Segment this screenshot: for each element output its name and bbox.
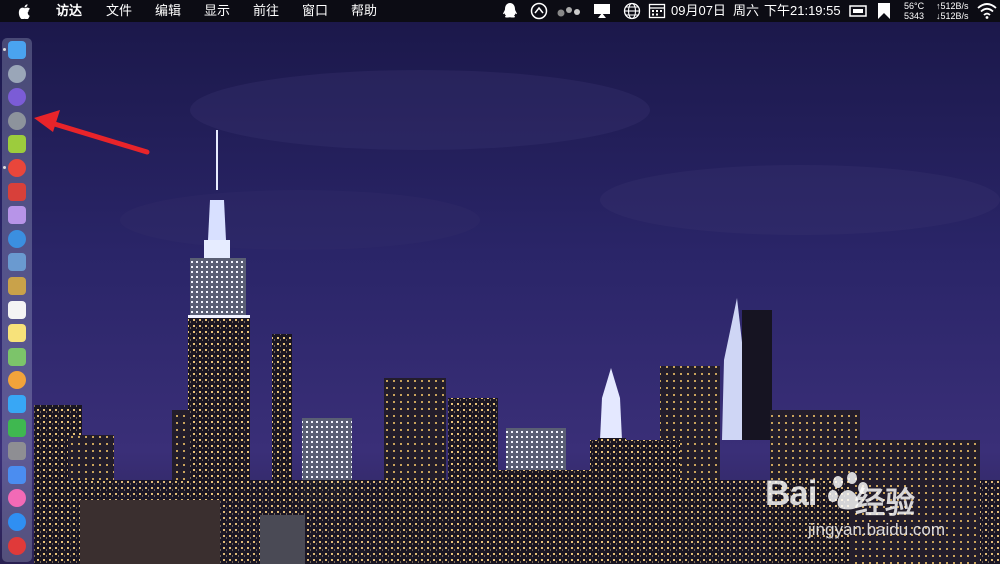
- menu-finder[interactable]: 访达: [56, 0, 82, 22]
- facetime-icon[interactable]: [8, 418, 26, 437]
- itunes-icon[interactable]: [8, 489, 26, 508]
- menu-help[interactable]: 帮助: [351, 0, 377, 22]
- watermark-brand: Bai: [765, 474, 817, 513]
- upload-speed[interactable]: ↑512B/s: [936, 1, 969, 11]
- red-arrow-annotation: [34, 110, 150, 155]
- qq-icon[interactable]: [501, 2, 519, 20]
- cpu-temperature[interactable]: 56°C: [904, 1, 924, 11]
- messages-icon[interactable]: [8, 395, 26, 413]
- photos-icon[interactable]: [8, 371, 26, 390]
- bookmark-icon[interactable]: [876, 2, 892, 20]
- apple-icon[interactable]: [18, 0, 38, 22]
- disk-utility-icon[interactable]: [8, 206, 26, 225]
- notes-icon[interactable]: [8, 324, 26, 343]
- menu-edit[interactable]: 编辑: [155, 0, 181, 22]
- finder-icon[interactable]: [8, 41, 26, 59]
- keynote-icon[interactable]: [8, 465, 26, 484]
- preview-icon[interactable]: [8, 253, 26, 272]
- clock-date[interactable]: 09月07日: [671, 0, 726, 22]
- siri-icon[interactable]: [8, 88, 26, 107]
- menu-go[interactable]: 前往: [253, 0, 279, 22]
- notebook-icon[interactable]: [8, 277, 26, 295]
- app-store-icon[interactable]: [8, 513, 26, 531]
- calendar-icon[interactable]: [648, 2, 666, 20]
- dots-menu-icon[interactable]: [556, 2, 582, 20]
- desktop: Bai 经验 jingyan.baidu.com: [0, 0, 1000, 564]
- fan-speed[interactable]: 5343: [904, 11, 924, 21]
- vivaldi-icon[interactable]: [8, 536, 26, 555]
- cloud-display-icon[interactable]: [592, 2, 612, 20]
- sync-status-icon[interactable]: [530, 2, 548, 20]
- screen-mirroring-icon[interactable]: [848, 2, 868, 20]
- system-preferences-icon[interactable]: [8, 442, 26, 461]
- launchpad-icon[interactable]: [8, 64, 26, 83]
- download-speed[interactable]: ↓512B/s: [936, 11, 969, 21]
- clock-weekday[interactable]: 周六: [733, 0, 759, 22]
- maps-icon[interactable]: [8, 347, 26, 366]
- menu-view[interactable]: 显示: [204, 0, 230, 22]
- menu-bar: 访达 文件 编辑 显示 前往 窗口 帮助 09月07日 周六 下午21:19:5…: [0, 0, 1000, 22]
- globe-icon[interactable]: [623, 2, 641, 20]
- running-indicator: [3, 166, 6, 169]
- calendar-icon[interactable]: [8, 300, 26, 319]
- watermark-suffix: 经验: [855, 487, 915, 520]
- menu-window[interactable]: 窗口: [302, 0, 328, 22]
- clock-time[interactable]: 下午21:19:55: [764, 0, 841, 22]
- safari-icon[interactable]: [8, 229, 26, 248]
- wifi-icon[interactable]: [977, 2, 997, 20]
- filezilla-icon[interactable]: [8, 182, 26, 201]
- menu-file[interactable]: 文件: [106, 0, 132, 22]
- running-indicator: [3, 48, 6, 51]
- watermark-url: jingyan.baidu.com: [808, 520, 946, 539]
